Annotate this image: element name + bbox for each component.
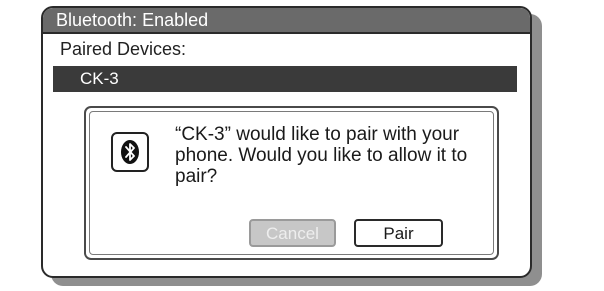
paired-devices-label: Paired Devices: — [60, 39, 187, 59]
device-list-item[interactable]: CK-3 — [53, 66, 517, 92]
pairing-dialog: “CK-3” would like to pair with your phon… — [84, 106, 499, 260]
pair-button[interactable]: Pair — [354, 219, 443, 247]
window-title: Bluetooth: Enabled — [43, 8, 530, 34]
cancel-button[interactable]: Cancel — [249, 219, 336, 247]
bluetooth-icon — [111, 132, 149, 172]
bluetooth-window: Bluetooth: Enabled Paired Devices: CK-3 … — [41, 6, 532, 278]
pairing-message: “CK-3” would like to pair with your phon… — [175, 124, 468, 187]
